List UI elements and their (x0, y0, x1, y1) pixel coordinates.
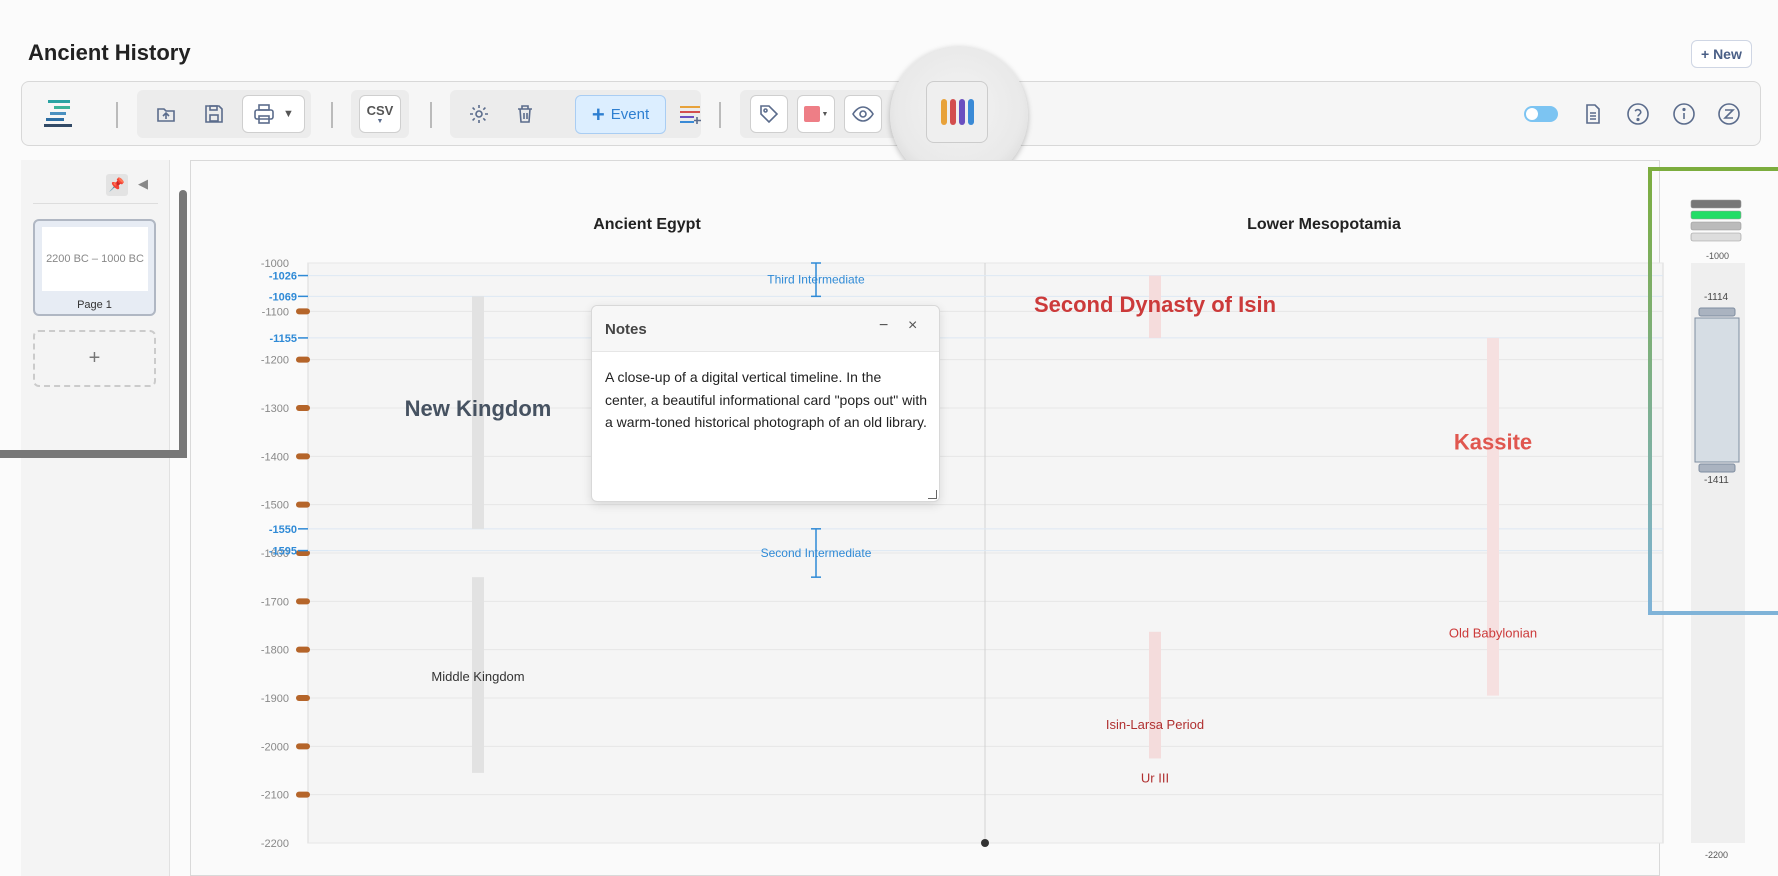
collapse-icon[interactable]: ◀ (138, 176, 148, 192)
save-icon[interactable] (195, 95, 233, 133)
tag-icon[interactable] (750, 95, 788, 133)
resize-handle[interactable] (928, 490, 937, 499)
plus-icon: + (591, 101, 605, 127)
close-icon[interactable]: × (908, 317, 917, 335)
color-picker[interactable]: ▼ (797, 95, 835, 133)
minimap-bottom-label: -2200 (1705, 850, 1729, 860)
page-title: Ancient History (28, 40, 191, 65)
open-icon[interactable] (147, 95, 185, 133)
pin-icon[interactable]: 📌 (106, 174, 128, 196)
minimap-frame (1648, 167, 1778, 615)
csv-label: CSV (366, 103, 394, 118)
timeline-canvas (190, 160, 1660, 876)
page-thumbnail: 2200 BC – 1000 BC (42, 227, 148, 291)
logo-icon (40, 95, 78, 133)
minimap-top-label: -1000 (1706, 251, 1730, 261)
minimap-sel-bottom: -1411 (1704, 475, 1729, 486)
page-card[interactable]: 2200 BC – 1000 BC Page 1 (33, 219, 156, 316)
minimap-sel-top: -1114 (1704, 292, 1729, 303)
print-button[interactable]: ▼ (242, 95, 305, 133)
chevron-down-icon: ▼ (821, 110, 829, 118)
help-icon[interactable] (1619, 95, 1657, 133)
eye-icon[interactable] (844, 95, 882, 133)
sidebar-shadow (0, 450, 187, 458)
gear-icon[interactable] (460, 95, 498, 133)
notes-header: Notes − × (592, 306, 939, 352)
minimize-icon[interactable]: − (879, 317, 888, 335)
new-button[interactable]: + New (1691, 40, 1752, 68)
notes-title: Notes (605, 321, 647, 338)
notes-panel[interactable]: Notes − × A close-up of a digital vertic… (591, 305, 940, 502)
app-window: Ancient History + New ▼ CSV ▼ + Event ▼ … (0, 0, 1778, 876)
zoom-icon[interactable] (1710, 95, 1748, 133)
chevron-down-icon: ▼ (376, 118, 384, 125)
page-label: Page 1 (77, 299, 112, 311)
info-icon[interactable] (1665, 95, 1703, 133)
color-swatch (803, 106, 820, 122)
lanes-view-icon[interactable] (926, 81, 988, 143)
toggle-switch[interactable] (1522, 95, 1560, 133)
event-label: Event (610, 106, 650, 123)
add-lanes-icon[interactable] (673, 95, 711, 133)
toggle-knob (1526, 108, 1538, 120)
trash-icon[interactable] (506, 95, 544, 133)
document-icon[interactable] (1574, 95, 1612, 133)
csv-button[interactable]: CSV ▼ (359, 95, 401, 133)
add-page-button[interactable]: + (33, 330, 156, 387)
sidebar-shadow-edge (179, 190, 187, 458)
toggle-track (1524, 106, 1558, 122)
add-event-button[interactable]: + Event (575, 95, 666, 134)
notes-text[interactable]: A close-up of a digital vertical timelin… (605, 366, 927, 434)
chevron-down-icon: ▼ (283, 108, 294, 120)
pages-sidebar: 📌 ◀ 2200 BC – 1000 BC Page 1 + (21, 160, 170, 876)
